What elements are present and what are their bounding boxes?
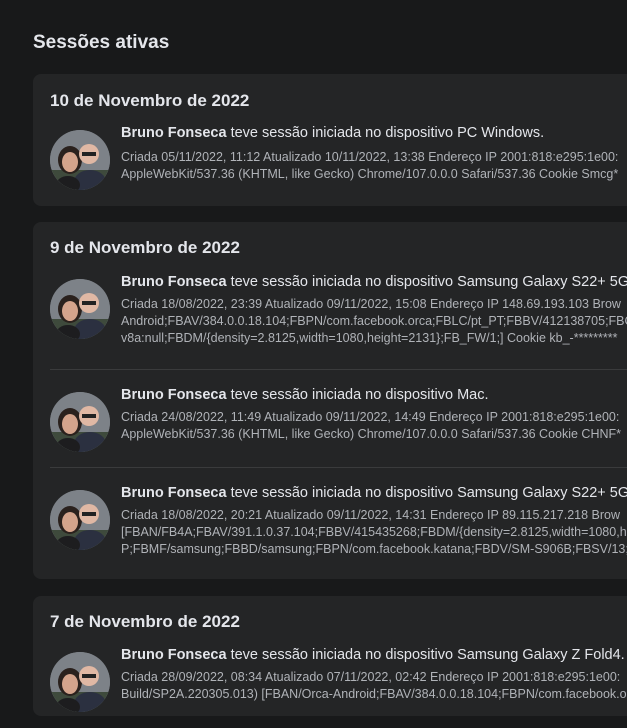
divider xyxy=(50,467,627,468)
session-summary: Bruno Fonseca teve sessão iniciada no di… xyxy=(121,485,627,501)
avatar xyxy=(50,279,110,339)
session-detail-line: Criada 05/11/2022, 11:12 Atualizado 10/1… xyxy=(121,150,619,164)
session-item[interactable]: Bruno Fonseca teve sessão iniciada no di… xyxy=(33,110,627,206)
session-detail-line: P;FBMF/samsung;FBBD/samsung;FBPN/com.fac… xyxy=(121,542,627,556)
session-action: teve sessão iniciada no dispositivo Sams… xyxy=(230,647,625,663)
session-detail-line: AppleWebKit/537.36 (KHTML, like Gecko) C… xyxy=(121,167,619,181)
session-summary: Bruno Fonseca teve sessão iniciada no di… xyxy=(121,387,489,403)
user-name: Bruno Fonseca xyxy=(121,647,227,663)
user-name: Bruno Fonseca xyxy=(121,274,227,290)
session-action: teve sessão iniciada no dispositivo PC W… xyxy=(230,125,545,141)
page-title: Sessões ativas xyxy=(33,32,170,53)
session-detail-line: AppleWebKit/537.36 (KHTML, like Gecko) C… xyxy=(121,427,622,441)
session-detail-line: [FBAN/FB4A;FBAV/391.1.0.37.104;FBBV/4154… xyxy=(121,525,627,539)
session-detail-line: Criada 28/09/2022, 08:34 Atualizado 07/1… xyxy=(121,670,621,684)
avatar xyxy=(50,490,110,550)
session-detail-line: Android;FBAV/384.0.0.18.104;FBPN/com.fac… xyxy=(121,314,627,328)
session-detail-line: v8a:null;FBDM/{density=2.8125,width=1080… xyxy=(121,331,618,345)
session-action: teve sessão iniciada no dispositivo Sams… xyxy=(230,274,627,290)
session-group-date: 7 de Novembro de 2022 xyxy=(50,612,240,631)
session-detail-line: Build/SP2A.220305.013) [FBAN/Orca-Androi… xyxy=(121,687,627,701)
session-detail-line: Criada 24/08/2022, 11:49 Atualizado 09/1… xyxy=(121,410,620,424)
session-detail-line: Criada 18/08/2022, 23:39 Atualizado 09/1… xyxy=(121,297,621,311)
session-group-card: 10 de Novembro de 2022 Bruno Fonseca tev… xyxy=(33,74,627,206)
session-summary: Bruno Fonseca teve sessão iniciada no di… xyxy=(121,647,625,663)
session-item[interactable]: Bruno Fonseca teve sessão iniciada no di… xyxy=(33,259,627,355)
session-item[interactable]: Bruno Fonseca teve sessão iniciada no di… xyxy=(33,632,627,728)
session-detail-line: Criada 18/08/2022, 20:21 Atualizado 09/1… xyxy=(121,508,620,522)
avatar xyxy=(50,392,110,452)
session-item[interactable]: Bruno Fonseca teve sessão iniciada no di… xyxy=(33,372,627,468)
avatar xyxy=(50,652,110,712)
session-group-date: 9 de Novembro de 2022 xyxy=(50,238,240,257)
session-group-date: 10 de Novembro de 2022 xyxy=(50,91,250,110)
avatar xyxy=(50,130,110,190)
session-summary: Bruno Fonseca teve sessão iniciada no di… xyxy=(121,274,627,290)
session-item[interactable]: Bruno Fonseca teve sessão iniciada no di… xyxy=(33,470,627,566)
session-group-card: 7 de Novembro de 2022 Bruno Fonseca teve… xyxy=(33,596,627,716)
session-group-card: 9 de Novembro de 2022 Bruno Fonseca teve… xyxy=(33,222,627,579)
session-summary: Bruno Fonseca teve sessão iniciada no di… xyxy=(121,125,544,141)
session-action: teve sessão iniciada no dispositivo Sams… xyxy=(230,485,627,501)
user-name: Bruno Fonseca xyxy=(121,485,227,501)
session-action: teve sessão iniciada no dispositivo Mac. xyxy=(230,387,489,403)
divider xyxy=(50,369,627,370)
user-name: Bruno Fonseca xyxy=(121,125,227,141)
user-name: Bruno Fonseca xyxy=(121,387,227,403)
